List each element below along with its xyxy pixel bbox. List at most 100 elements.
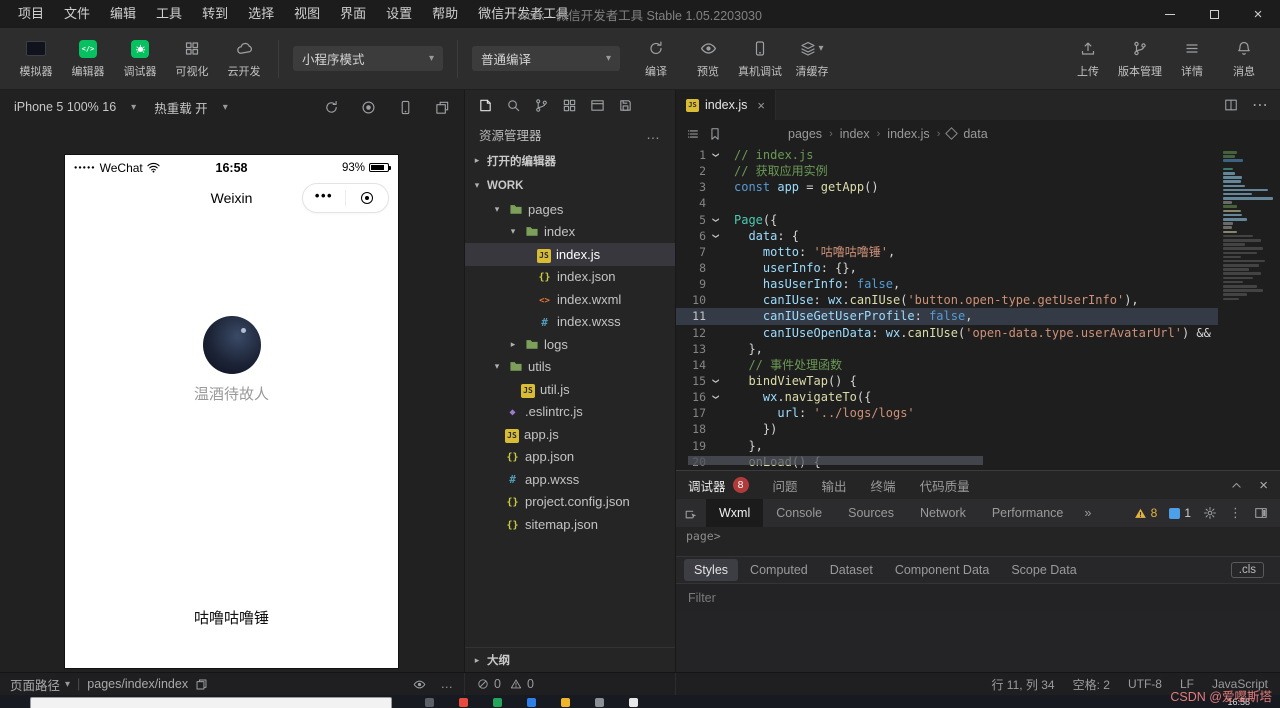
tree-file-project.config.json[interactable]: {} project.config.json bbox=[465, 491, 675, 514]
tree-file-index.json[interactable]: {} index.json bbox=[465, 266, 675, 289]
more-actions-icon[interactable]: … bbox=[646, 126, 661, 142]
record-icon[interactable] bbox=[361, 100, 376, 115]
tool-simulator[interactable]: 模拟器 bbox=[10, 32, 62, 86]
code-line-16[interactable]: 16 ❯ wx.navigateTo({ bbox=[676, 389, 1280, 405]
tree-folder-pages[interactable]: ▾ pages bbox=[465, 198, 675, 221]
inspector-tab-scope-data[interactable]: Scope Data bbox=[1001, 559, 1086, 581]
tree-folder-index[interactable]: ▾ index bbox=[465, 221, 675, 244]
tree-file-app.json[interactable]: {} app.json bbox=[465, 446, 675, 469]
fold-icon[interactable]: ❯ bbox=[706, 147, 723, 163]
menubar-item[interactable]: 项目 bbox=[8, 0, 54, 28]
devtools-tab-network[interactable]: Network bbox=[907, 499, 979, 527]
fold-icon[interactable]: ❯ bbox=[706, 389, 723, 405]
tool-messages[interactable]: 消息 bbox=[1218, 32, 1270, 86]
tool-preview[interactable]: 预览 bbox=[682, 32, 734, 86]
cls-button[interactable]: .cls bbox=[1230, 562, 1264, 578]
issue-counter[interactable]: 1 bbox=[1169, 506, 1191, 520]
float-window-icon[interactable] bbox=[435, 100, 450, 115]
hot-reload-toggle[interactable]: 热重载 开 ▾ bbox=[154, 98, 228, 117]
debugger-tab-调试器[interactable]: 调试器 8 bbox=[688, 476, 749, 495]
code-line-3[interactable]: 3 const app = getApp() bbox=[676, 179, 1280, 195]
menubar-item[interactable]: 文件 bbox=[54, 0, 100, 28]
fold-icon[interactable]: ❯ bbox=[706, 228, 723, 244]
code-line-12[interactable]: 12 canIUseOpenData: wx.canIUse('open-dat… bbox=[676, 325, 1280, 341]
devtools-tab-console[interactable]: Console bbox=[763, 499, 835, 527]
debugger-tab-终端[interactable]: 终端 bbox=[871, 476, 896, 495]
minimap[interactable] bbox=[1218, 147, 1280, 470]
tree-file-.eslintrc.js[interactable]: ◆ .eslintrc.js bbox=[465, 401, 675, 424]
menubar-item[interactable]: 界面 bbox=[330, 0, 376, 28]
problems-summary[interactable]: 0 0 bbox=[465, 673, 676, 695]
breadcrumb-item[interactable]: data bbox=[963, 127, 987, 141]
taskbar-search-input[interactable] bbox=[30, 697, 392, 708]
taskbar-app-icon[interactable] bbox=[459, 698, 468, 707]
menubar-item[interactable]: 设置 bbox=[376, 0, 422, 28]
git-branch-icon[interactable] bbox=[534, 98, 549, 113]
close-panel-icon[interactable]: × bbox=[1259, 477, 1268, 494]
mode-select-dropdown[interactable]: 小程序模式 ▾ bbox=[293, 46, 443, 71]
breadcrumb-item[interactable]: index.js bbox=[887, 127, 929, 141]
menubar-item[interactable]: 视图 bbox=[284, 0, 330, 28]
code-editor[interactable]: 1 ❯// index.js 2// 获取应用实例 3 const app = getA… bbox=[676, 147, 1280, 470]
close-button[interactable]: × bbox=[1236, 0, 1280, 28]
code-line-17[interactable]: 17 url: '../logs/logs' bbox=[676, 405, 1280, 421]
copy-icon[interactable] bbox=[195, 678, 208, 691]
tree-folder-logs[interactable]: ▸ logs bbox=[465, 333, 675, 356]
capsule-menu-button[interactable]: ••• bbox=[303, 188, 345, 208]
minimize-button[interactable] bbox=[1148, 0, 1192, 28]
tool-remote-debug[interactable]: 真机调试 bbox=[734, 32, 786, 86]
chevron-up-icon[interactable] bbox=[1230, 479, 1243, 492]
avatar[interactable] bbox=[202, 316, 261, 374]
fold-icon[interactable]: ❯ bbox=[706, 212, 723, 228]
page-path-selector[interactable]: 页面路径 ▾ bbox=[10, 675, 70, 694]
devtools-tab-performance[interactable]: Performance bbox=[979, 499, 1077, 527]
code-line-14[interactable]: 14 // 事件处理函数 bbox=[676, 357, 1280, 373]
taskbar-app-icon[interactable] bbox=[561, 698, 570, 707]
tree-file-index.wxml[interactable]: <> index.wxml bbox=[465, 288, 675, 311]
dock-panel-icon[interactable] bbox=[1254, 506, 1268, 520]
wxml-dom-tree[interactable]: page> bbox=[676, 527, 1280, 556]
element-picker-icon[interactable] bbox=[684, 506, 698, 520]
menubar-item[interactable]: 选择 bbox=[238, 0, 284, 28]
capsule-close-button[interactable] bbox=[346, 192, 388, 204]
fold-icon[interactable]: ❯ bbox=[706, 373, 723, 389]
tree-folder-utils[interactable]: ▾ utils bbox=[465, 356, 675, 379]
code-line-8[interactable]: 8 userInfo: {}, bbox=[676, 260, 1280, 276]
tree-file-app.js[interactable]: JS app.js bbox=[465, 423, 675, 446]
list-icon[interactable] bbox=[686, 127, 700, 141]
code-line-18[interactable]: 18 }) bbox=[676, 421, 1280, 437]
compile-mode-dropdown[interactable]: 普通编译 ▾ bbox=[472, 46, 620, 71]
open-editors-section[interactable]: ▸ 打开的编辑器 bbox=[465, 148, 675, 173]
tool-upload[interactable]: 上传 bbox=[1062, 32, 1114, 86]
warning-counter[interactable]: 8 bbox=[1134, 506, 1157, 520]
tool-editor[interactable]: </> 编辑器 bbox=[62, 32, 114, 86]
inspector-tab-computed[interactable]: Computed bbox=[740, 559, 818, 581]
tabs-overflow-icon[interactable]: » bbox=[1076, 506, 1099, 520]
taskbar-app-icon[interactable] bbox=[629, 698, 638, 707]
outline-section[interactable]: ▸ 大纲 bbox=[465, 647, 675, 672]
debugger-tab-代码质量[interactable]: 代码质量 bbox=[920, 476, 970, 495]
maximize-button[interactable] bbox=[1192, 0, 1236, 28]
code-line-4[interactable]: 4 bbox=[676, 195, 1280, 211]
code-line-6[interactable]: 6 ❯ data: { bbox=[676, 228, 1280, 244]
code-line-9[interactable]: 9 hasUserInfo: false, bbox=[676, 276, 1280, 292]
tool-clear-cache[interactable]: ▾ 清缓存 bbox=[786, 32, 838, 86]
tree-file-util.js[interactable]: JS util.js bbox=[465, 378, 675, 401]
eye-icon[interactable] bbox=[413, 678, 426, 691]
encoding-setting[interactable]: UTF-8 bbox=[1128, 677, 1162, 691]
tree-file-index.js[interactable]: JS index.js bbox=[465, 243, 675, 266]
taskbar-app-icon[interactable] bbox=[493, 698, 502, 707]
tool-compile[interactable]: 编译 bbox=[630, 32, 682, 86]
split-editor-icon[interactable] bbox=[1224, 98, 1238, 112]
code-line-10[interactable]: 10 canIUse: wx.canIUse('button.open-type… bbox=[676, 292, 1280, 308]
cursor-position[interactable]: 行 11, 列 34 bbox=[991, 676, 1054, 693]
tool-debugger[interactable]: 调试器 bbox=[114, 32, 166, 86]
devtools-tab-wxml[interactable]: Wxml bbox=[706, 499, 764, 527]
breadcrumb-item[interactable]: pages bbox=[788, 127, 822, 141]
inspector-tab-dataset[interactable]: Dataset bbox=[820, 559, 883, 581]
tool-visual[interactable]: 可视化 bbox=[166, 32, 218, 86]
device-icon[interactable] bbox=[398, 100, 413, 115]
tree-file-app.wxss[interactable]: # app.wxss bbox=[465, 468, 675, 491]
devtools-tab-sources[interactable]: Sources bbox=[835, 499, 907, 527]
device-selector[interactable]: iPhone 5 100% 16 ▾ bbox=[14, 100, 136, 114]
